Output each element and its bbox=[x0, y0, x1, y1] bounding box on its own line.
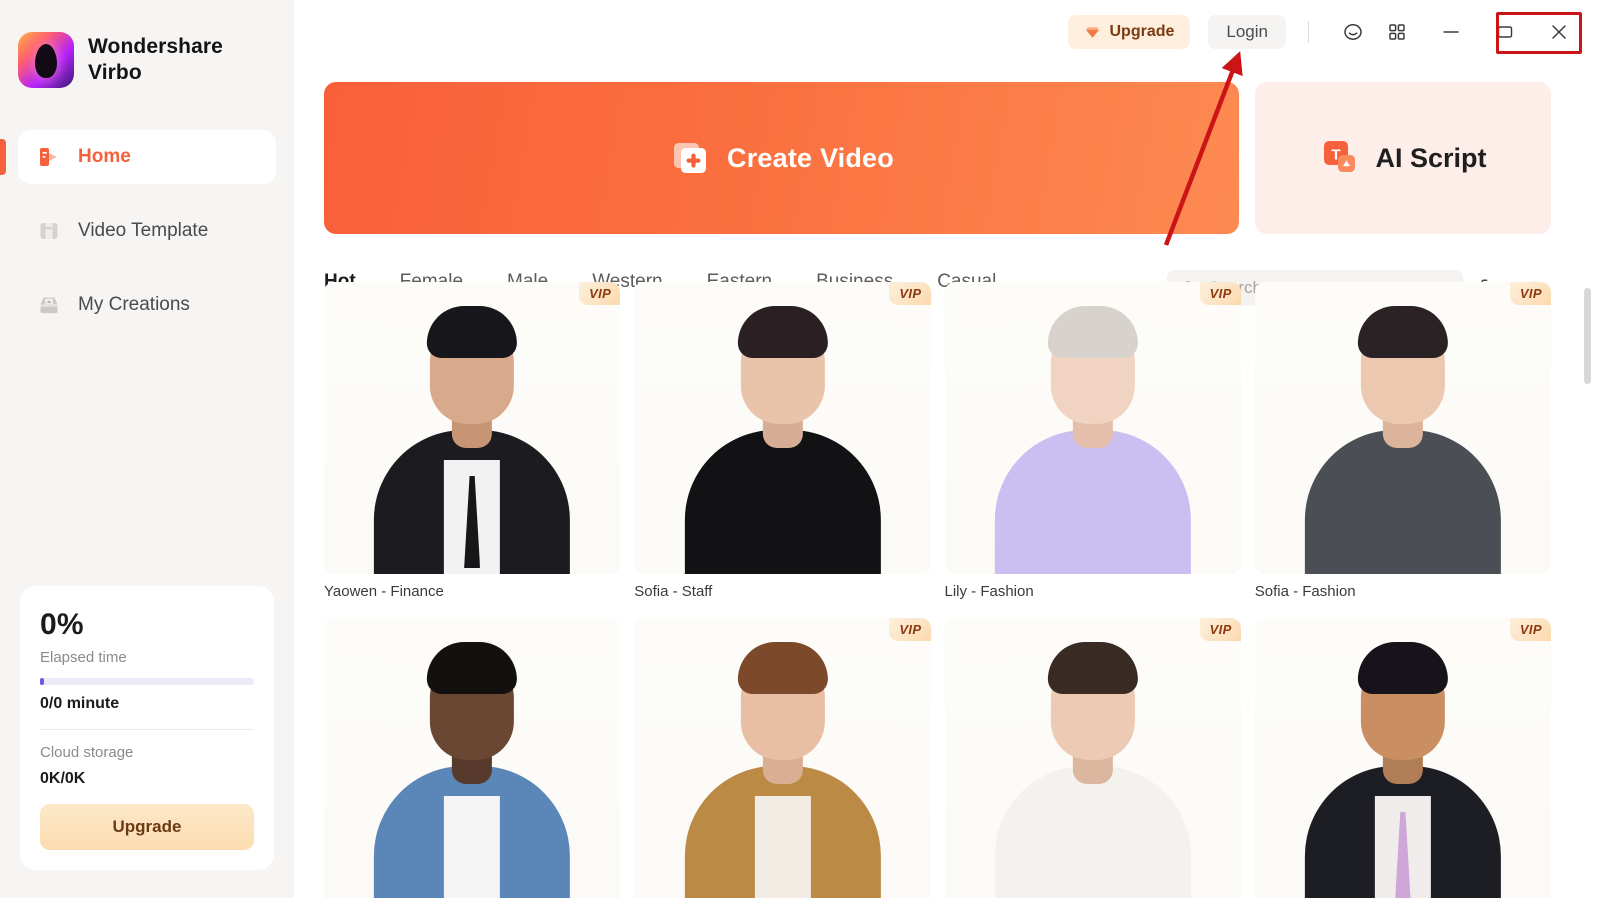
usage-divider bbox=[40, 729, 254, 730]
upgrade-label: Upgrade bbox=[1109, 23, 1175, 40]
apps-grid-icon[interactable] bbox=[1379, 14, 1415, 50]
avatar-thumbnail: VIP bbox=[944, 282, 1241, 574]
elapsed-time-progress bbox=[40, 678, 254, 685]
avatar-card[interactable]: VIP Yaowen - Finance bbox=[324, 282, 621, 600]
avatar-card[interactable]: VIP Sofia - Fashion bbox=[1254, 282, 1551, 600]
titlebar-separator bbox=[1308, 21, 1309, 43]
my-creations-icon bbox=[40, 297, 58, 314]
ai-script-icon: T bbox=[1324, 141, 1356, 172]
vip-badge: VIP bbox=[1509, 282, 1551, 305]
avatar-figure bbox=[945, 282, 1241, 574]
avatar-card[interactable]: VIP bbox=[1254, 618, 1551, 898]
main-content: Upgrade Login Create Video T AI Script W… bbox=[294, 0, 1597, 898]
avatar-card[interactable]: VIP Lily - Fashion bbox=[944, 282, 1241, 600]
vip-badge: VIP bbox=[889, 282, 931, 305]
ai-script-label: AI Script bbox=[1375, 142, 1487, 173]
avatar-figure bbox=[324, 282, 620, 574]
home-icon bbox=[40, 148, 57, 166]
avatar-label: Lily - Fashion bbox=[944, 583, 1034, 600]
minimize-icon[interactable] bbox=[1433, 14, 1469, 50]
sidebar-item-label: Home bbox=[78, 146, 131, 167]
avatar-thumbnail: VIP bbox=[324, 282, 621, 574]
avatar-figure bbox=[1255, 618, 1551, 898]
avatar-figure bbox=[634, 282, 930, 574]
avatar-card[interactable]: VIP bbox=[944, 618, 1241, 898]
sidebar-item-home[interactable]: Home bbox=[0, 130, 276, 184]
cloud-storage-label: Cloud storage bbox=[40, 744, 134, 761]
sidebar-upgrade-button[interactable]: Upgrade bbox=[40, 804, 254, 850]
avatar-figure bbox=[945, 618, 1241, 898]
vip-badge: VIP bbox=[579, 282, 621, 305]
create-video-label: Create Video bbox=[727, 142, 894, 173]
sidebar-item-label: Video Template bbox=[78, 220, 209, 241]
vip-badge: VIP bbox=[1199, 282, 1241, 305]
sidebar: Wondershare Virbo Home Video Template My… bbox=[0, 0, 294, 898]
avatar-thumbnail: VIP bbox=[634, 618, 931, 898]
avatar-thumbnail bbox=[324, 618, 621, 898]
login-button[interactable]: Login bbox=[1208, 15, 1286, 49]
sidebar-item-my-creations[interactable]: My Creations bbox=[18, 278, 276, 332]
avatar-card[interactable]: VIP Sofia - Staff bbox=[634, 282, 931, 600]
hero-actions: Create Video T AI Script bbox=[294, 64, 1597, 234]
active-indicator bbox=[0, 139, 6, 175]
cloud-storage-value: 0K/0K bbox=[40, 770, 86, 787]
create-video-button[interactable]: Create Video bbox=[324, 82, 1239, 234]
avatar-card[interactable]: VIP bbox=[634, 618, 931, 898]
avatar-figure bbox=[324, 618, 620, 898]
ai-script-button[interactable]: T AI Script bbox=[1255, 82, 1551, 234]
vip-badge: VIP bbox=[889, 618, 931, 641]
diamond-icon bbox=[1086, 26, 1100, 38]
titlebar: Upgrade Login bbox=[294, 0, 1597, 64]
usage-card: 0% Elapsed time 0/0 minute Cloud storage… bbox=[20, 586, 274, 870]
avatar-thumbnail: VIP bbox=[634, 282, 931, 574]
sidebar-item-label: My Creations bbox=[78, 294, 190, 315]
sidebar-nav: Home Video Template My Creations bbox=[0, 130, 294, 332]
video-template-icon bbox=[40, 223, 58, 239]
upgrade-button[interactable]: Upgrade bbox=[1068, 15, 1191, 49]
feedback-smiley-icon[interactable] bbox=[1335, 14, 1371, 50]
brand-name: Wondershare Virbo bbox=[88, 35, 223, 84]
vip-badge: VIP bbox=[1199, 618, 1241, 641]
app-window: Wondershare Virbo Home Video Template My… bbox=[0, 0, 1597, 898]
avatar-grid: VIP Yaowen - Finance VIP Sofia - Staff V… bbox=[294, 272, 1597, 898]
avatar-label: Yaowen - Finance bbox=[324, 583, 444, 600]
usage-percent: 0% bbox=[40, 608, 84, 641]
create-video-icon bbox=[674, 143, 706, 173]
avatar-thumbnail: VIP bbox=[1254, 282, 1551, 574]
minutes-value: 0/0 minute bbox=[40, 695, 120, 712]
login-highlight-box bbox=[1496, 12, 1582, 54]
brand: Wondershare Virbo bbox=[0, 0, 294, 88]
avatar-thumbnail: VIP bbox=[944, 618, 1241, 898]
avatar-label: Sofia - Staff bbox=[634, 583, 713, 600]
avatar-label: Sofia - Fashion bbox=[1254, 583, 1356, 600]
virbo-app-logo-icon bbox=[18, 32, 74, 88]
progress-fill bbox=[40, 678, 44, 685]
vertical-scrollbar[interactable] bbox=[1584, 288, 1591, 384]
avatar-figure bbox=[634, 618, 930, 898]
elapsed-time-label: Elapsed time bbox=[40, 649, 127, 666]
avatar-grid-scroll-area: VIP Yaowen - Finance VIP Sofia - Staff V… bbox=[294, 272, 1597, 898]
avatar-figure bbox=[1255, 282, 1551, 574]
avatar-thumbnail: VIP bbox=[1254, 618, 1551, 898]
sidebar-item-video-template[interactable]: Video Template bbox=[18, 204, 276, 258]
vip-badge: VIP bbox=[1509, 618, 1551, 641]
avatar-card[interactable] bbox=[324, 618, 621, 898]
